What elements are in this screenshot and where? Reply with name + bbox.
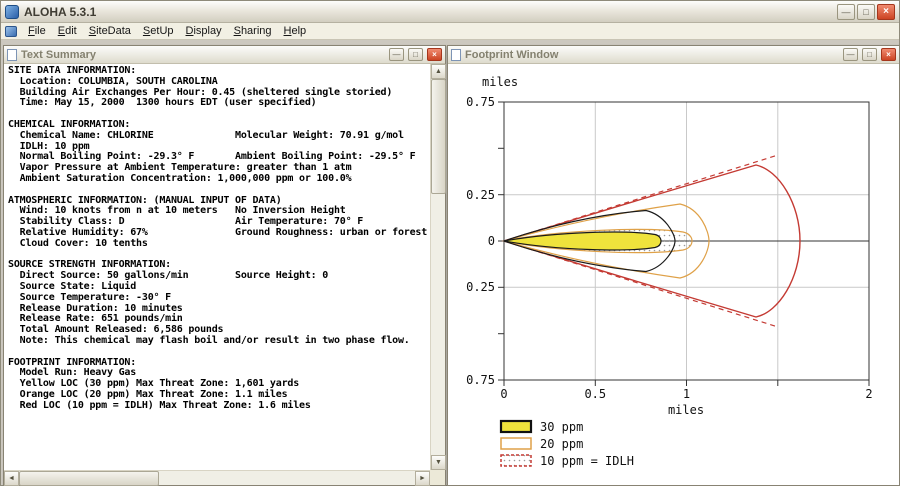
main-titlebar[interactable]: ALOHA 5.3.1 — □ ×: [1, 1, 899, 23]
document-icon: [5, 25, 17, 37]
minimize-button[interactable]: —: [389, 48, 404, 61]
y-tick: 0.25: [466, 280, 495, 294]
menubar: File Edit SiteData SetUp Display Sharing Help: [1, 23, 899, 40]
legend-swatch-red: [500, 454, 532, 467]
app-title: ALOHA 5.3.1: [24, 4, 97, 19]
legend-swatch-yellow: [499, 419, 533, 434]
legend-swatch-orange: [500, 437, 532, 450]
horizontal-scrollbar[interactable]: ◄ ►: [4, 470, 430, 486]
text-summary-content: SITE DATA INFORMATION: Location: COLUMBI…: [4, 64, 446, 486]
menu-item-edit[interactable]: Edit: [52, 24, 83, 38]
legend: 30 ppm 20 ppm 10 ppm = IDLH: [499, 419, 634, 468]
maximize-button[interactable]: □: [408, 48, 423, 61]
text-summary-titlebar[interactable]: Text Summary — □ ×: [4, 46, 445, 64]
menu-item-sharing[interactable]: Sharing: [228, 24, 278, 38]
scroll-right-icon[interactable]: ►: [415, 471, 430, 486]
document-icon: [451, 48, 461, 61]
menu-item-setup[interactable]: SetUp: [137, 24, 180, 38]
minimize-button[interactable]: —: [837, 3, 855, 20]
summary-text: SITE DATA INFORMATION: Location: COLUMBI…: [8, 65, 428, 411]
scroll-left-icon[interactable]: ◄: [4, 471, 19, 486]
menu-item-help[interactable]: Help: [278, 24, 313, 38]
x-axis-title: miles: [668, 403, 704, 417]
legend-label: 10 ppm = IDLH: [540, 454, 634, 468]
x-tick: 0.5: [584, 387, 606, 401]
minimize-button[interactable]: —: [843, 48, 858, 61]
close-button[interactable]: ×: [427, 48, 442, 61]
x-tick: 2: [865, 387, 872, 401]
menu-item-file[interactable]: File: [22, 24, 52, 38]
document-icon: [7, 48, 17, 61]
x-tick: 1: [683, 387, 690, 401]
footprint-titlebar[interactable]: Footprint Window — □ ×: [448, 46, 899, 64]
y-tick: 0.75: [466, 95, 495, 109]
vertical-scrollbar-thumb[interactable]: [431, 79, 446, 194]
x-tick: 0: [500, 387, 507, 401]
x-tick-labels: 0 0.5 1 2: [500, 387, 872, 401]
y-tick: 0.25: [466, 188, 495, 202]
close-button[interactable]: ×: [881, 48, 896, 61]
y-axis-title: miles: [482, 75, 518, 89]
close-button[interactable]: ×: [877, 3, 895, 20]
maximize-button[interactable]: □: [862, 48, 877, 61]
menu-item-display[interactable]: Display: [180, 24, 228, 38]
scroll-down-icon[interactable]: ▼: [431, 455, 446, 470]
maximize-button[interactable]: □: [857, 3, 875, 20]
horizontal-scrollbar-thumb[interactable]: [19, 471, 159, 486]
app-icon: [5, 4, 19, 19]
text-summary-window: Text Summary — □ × SITE DATA INFORMATION…: [3, 45, 446, 486]
legend-label: 20 ppm: [540, 437, 583, 451]
legend-label: 30 ppm: [540, 420, 583, 434]
y-tick: 0: [488, 234, 495, 248]
footprint-title: Footprint Window: [465, 48, 559, 61]
scrollbar-corner: [430, 470, 445, 485]
y-tick: 0.75: [466, 373, 495, 387]
menu-item-sitedata[interactable]: SiteData: [83, 24, 137, 38]
scroll-up-icon[interactable]: ▲: [431, 64, 446, 79]
vertical-scrollbar[interactable]: ▲ ▼: [430, 64, 446, 470]
mdi-area: Text Summary — □ × SITE DATA INFORMATION…: [2, 41, 900, 486]
footprint-content: miles miles 0.75 0.25 0 0.25 0.75 0 0.5 …: [448, 64, 899, 485]
footprint-window: Footprint Window — □ × miles miles 0.75 …: [447, 45, 900, 486]
y-tick-labels: 0.75 0.25 0 0.25 0.75: [466, 95, 495, 387]
footprint-chart: miles miles 0.75 0.25 0 0.25 0.75 0 0.5 …: [466, 75, 873, 468]
aloha-main-window: ALOHA 5.3.1 — □ × File Edit SiteData SetUp D…: [0, 0, 900, 486]
text-summary-title: Text Summary: [21, 48, 96, 61]
